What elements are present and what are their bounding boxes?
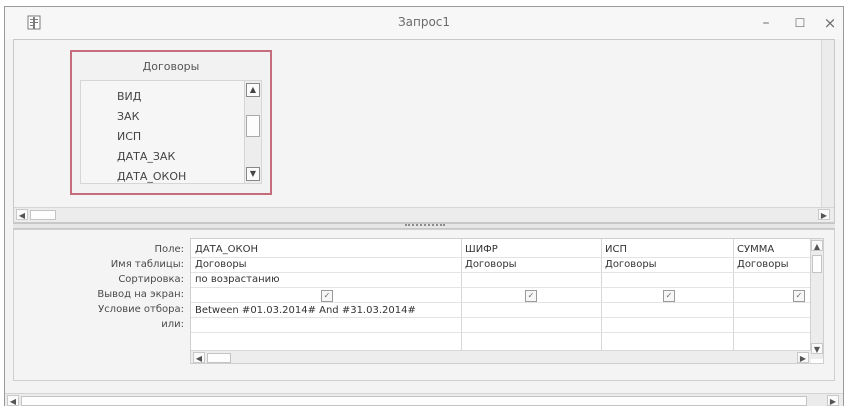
- show-checkbox[interactable]: ✓: [321, 290, 333, 302]
- scroll-right-icon[interactable]: ▶: [818, 209, 830, 220]
- field-item[interactable]: ЗАК: [117, 110, 139, 123]
- scroll-right-icon[interactable]: ▶: [827, 395, 839, 406]
- scroll-right-icon[interactable]: ▶: [797, 352, 809, 363]
- grid-cell-table[interactable]: Договоры: [737, 259, 789, 270]
- scroll-thumb[interactable]: [30, 210, 56, 220]
- scroll-down-icon[interactable]: ▼: [246, 167, 260, 181]
- row-label-table: Имя таблицы:: [110, 259, 184, 270]
- row-label-show: Вывод на экран:: [97, 289, 184, 300]
- scroll-up-icon[interactable]: ▲: [246, 83, 260, 97]
- query-grid[interactable]: ДАТА_ОКОН Договоры по возрастанию ✓ Betw…: [190, 238, 824, 364]
- grid-cell-field[interactable]: ИСП: [605, 244, 627, 255]
- query-grid-vscrollbar[interactable]: ▲ ▼: [810, 239, 823, 359]
- table-pane-vscrollbar[interactable]: [821, 40, 834, 208]
- field-list[interactable]: ВИД ЗАК ИСП ДАТА_ЗАК ДАТА_ОКОН ▲ ▼: [80, 80, 262, 184]
- query-grid-hscrollbar[interactable]: ◀ ▶: [191, 350, 811, 363]
- row-label-sort: Сортировка:: [118, 274, 184, 285]
- row-divider: [191, 302, 823, 303]
- scroll-thumb[interactable]: [812, 255, 822, 273]
- row-divider: [191, 332, 823, 333]
- scroll-down-icon[interactable]: ▼: [811, 343, 823, 354]
- window-title: Запрос1: [397, 15, 451, 29]
- field-list-scrollbar[interactable]: ▲ ▼: [244, 81, 261, 183]
- scroll-thumb[interactable]: [207, 353, 231, 363]
- window-hscrollbar[interactable]: ◀ ▶: [5, 393, 843, 406]
- field-item[interactable]: ДАТА_ЗАК: [117, 150, 175, 163]
- show-checkbox[interactable]: ✓: [793, 290, 805, 302]
- table-pane-hscrollbar[interactable]: ◀ ▶: [14, 207, 834, 222]
- field-item[interactable]: ВИД: [117, 90, 141, 103]
- row-divider: [191, 317, 823, 318]
- grid-cell-table[interactable]: Договоры: [605, 259, 657, 270]
- grid-cell-table[interactable]: Договоры: [195, 259, 247, 270]
- scroll-thumb[interactable]: [21, 396, 807, 406]
- maximize-icon[interactable]: ☐: [789, 13, 811, 33]
- grid-cell-field[interactable]: СУММА: [737, 244, 774, 255]
- row-divider: [191, 257, 823, 258]
- grid-cell-field[interactable]: ДАТА_ОКОН: [195, 244, 258, 255]
- row-label-field: Поле:: [154, 244, 184, 255]
- window-titlebar: Запрос1 – ☐ ×: [5, 7, 843, 39]
- scroll-left-icon[interactable]: ◀: [193, 352, 205, 363]
- minimize-icon[interactable]: –: [755, 13, 777, 33]
- grid-cell-field[interactable]: ШИФР: [465, 244, 498, 255]
- scroll-left-icon[interactable]: ◀: [7, 395, 19, 406]
- query-window: Запрос1 – ☐ × Договоры ВИД ЗАК ИСП ДАТА_…: [4, 6, 844, 406]
- scroll-up-icon[interactable]: ▲: [811, 240, 823, 251]
- table-title: Договоры: [142, 60, 200, 73]
- show-checkbox[interactable]: ✓: [525, 290, 537, 302]
- close-icon[interactable]: ×: [819, 13, 841, 33]
- grid-cell-table[interactable]: Договоры: [465, 259, 517, 270]
- table-field-list[interactable]: Договоры ВИД ЗАК ИСП ДАТА_ЗАК ДАТА_ОКОН …: [70, 50, 272, 195]
- grid-cell-criteria[interactable]: Between #01.03.2014# And #31.03.2014#: [195, 305, 416, 316]
- field-item[interactable]: ДАТА_ОКОН: [117, 170, 186, 183]
- scroll-thumb[interactable]: [246, 115, 260, 137]
- field-item[interactable]: ИСП: [117, 130, 141, 143]
- row-label-criteria: Условие отбора:: [98, 304, 184, 315]
- row-divider: [191, 287, 823, 288]
- scroll-left-icon[interactable]: ◀: [16, 209, 28, 220]
- grid-cell-sort[interactable]: по возрастанию: [195, 274, 280, 285]
- table-pane: Договоры ВИД ЗАК ИСП ДАТА_ЗАК ДАТА_ОКОН …: [13, 39, 835, 223]
- row-divider: [191, 272, 823, 273]
- query-design-grid-pane: Поле: Имя таблицы: Сортировка: Вывод на …: [13, 229, 835, 381]
- show-checkbox[interactable]: ✓: [663, 290, 675, 302]
- row-label-or: или:: [161, 319, 184, 330]
